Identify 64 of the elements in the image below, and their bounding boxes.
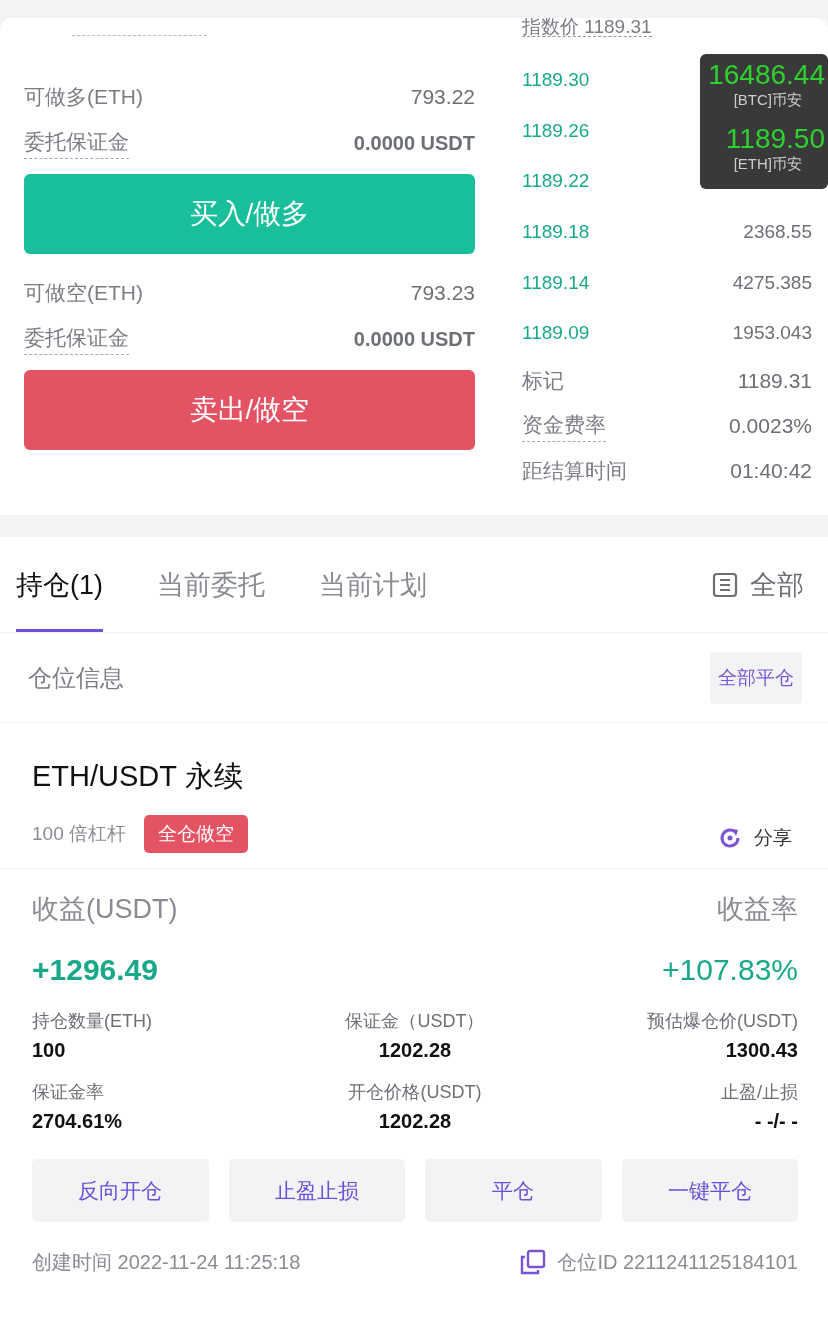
bid-price: 1189.18 xyxy=(522,221,590,244)
stat-label: 标记 xyxy=(522,368,564,395)
ticker-price: 1189.50 xyxy=(725,124,826,154)
action-button[interactable]: 止盈止损 xyxy=(228,1159,405,1222)
contract-symbol: ETH/USDT 永续 xyxy=(32,759,244,794)
pnl-label: 收益(USDT) xyxy=(32,893,178,926)
roe-value: +107.83% xyxy=(662,953,798,987)
field-label: 保证金（USDT） xyxy=(345,1010,485,1033)
action-button[interactable]: 一键平仓 xyxy=(621,1159,798,1222)
bid-price: 1189.30 xyxy=(522,69,590,92)
leverage-label: 100 倍杠杆 xyxy=(32,822,126,846)
pnl-value: +1296.49 xyxy=(32,953,158,987)
sell-short-button[interactable]: 卖出/做空 xyxy=(24,370,475,450)
stat-label: 资金费率 xyxy=(522,410,606,442)
ticker-source: [ETH]币安 xyxy=(733,154,803,174)
available-label: 可做空(ETH) xyxy=(24,280,143,306)
stat-value: 1189.31 xyxy=(737,369,812,394)
field-label: 持仓数量(ETH) xyxy=(32,1010,153,1033)
field-value: - -/- - xyxy=(754,1110,798,1133)
field-value: 1202.28 xyxy=(378,1110,452,1133)
position-tag: 全仓做空 xyxy=(144,815,248,853)
margin-value: 0.0000 USDT xyxy=(353,327,475,351)
field-value: 1202.28 xyxy=(378,1039,452,1062)
close-all-button[interactable]: 全部平仓 xyxy=(710,651,802,704)
created-time: 创建时间 2022-11-24 11:25:18 xyxy=(32,1249,301,1275)
copy-icon xyxy=(519,1248,548,1276)
margin-label: 委托保证金 xyxy=(24,323,129,355)
stat-value: 01:40:42 xyxy=(730,459,812,484)
field-value: 100 xyxy=(32,1039,67,1062)
field-label: 保证金率 xyxy=(32,1081,105,1104)
field-label: 预估爆仓价(USDT) xyxy=(647,1010,798,1033)
action-button[interactable]: 平仓 xyxy=(425,1159,602,1222)
section-title: 仓位信息 xyxy=(28,662,124,693)
bid-price: 1189.22 xyxy=(522,170,590,193)
tab[interactable]: 当前计划 xyxy=(319,537,427,632)
bid-quantity: 2368.55 xyxy=(743,221,812,244)
roe-label: 收益率 xyxy=(717,893,798,926)
filter-all-button[interactable]: 全部 xyxy=(712,566,804,603)
bid-quantity: 4275.385 xyxy=(732,271,812,294)
bid-price: 1189.26 xyxy=(522,119,590,142)
stat-label: 距结算时间 xyxy=(522,458,627,485)
bid-price: 1189.09 xyxy=(522,322,590,345)
bid-price: 1189.14 xyxy=(522,271,590,294)
action-button[interactable]: 反向开仓 xyxy=(32,1159,209,1222)
field-label: 止盈/止损 xyxy=(720,1081,798,1104)
bid-quantity: 1953.043 xyxy=(732,322,812,345)
list-icon xyxy=(712,571,738,598)
field-value: 1300.43 xyxy=(725,1039,798,1062)
position-id: 仓位ID 2211241125184101 xyxy=(557,1249,798,1275)
index-price: 指数价 1189.31 xyxy=(522,18,652,37)
share-icon xyxy=(718,826,742,850)
stat-value: 0.0023% xyxy=(729,414,812,439)
available-value: 793.22 xyxy=(410,85,475,109)
field-value: 2704.61% xyxy=(32,1110,124,1133)
margin-value: 0.0000 USDT xyxy=(353,131,475,155)
share-button[interactable]: 分享 xyxy=(712,824,798,852)
available-label: 可做多(ETH) xyxy=(24,84,143,110)
tab[interactable]: 当前委托 xyxy=(157,537,265,632)
margin-label: 委托保证金 xyxy=(24,127,129,159)
tab[interactable]: 持仓(1) xyxy=(16,537,103,632)
ticker-source: [BTC]币安 xyxy=(733,90,803,110)
available-value: 793.23 xyxy=(410,281,475,305)
field-label: 开仓价格(USDT) xyxy=(348,1081,482,1104)
ticker-price: 16486.44 xyxy=(708,60,826,90)
